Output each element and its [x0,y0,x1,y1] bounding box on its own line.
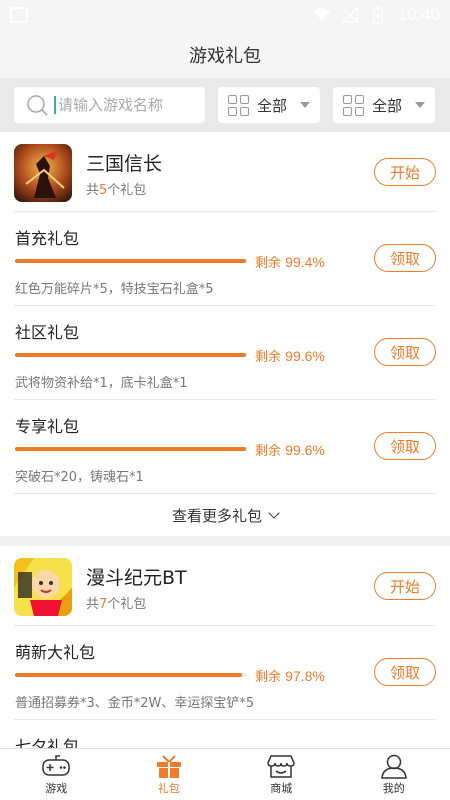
remaining-text: 剩余 99.6% [255,442,325,459]
view-more-gifts-button[interactable]: 查看更多礼包 [0,494,450,536]
tab-games[interactable]: 游戏 [0,749,113,800]
gift-count: 共5个礼包 [86,183,147,198]
gift-contents: 普通招募券*3、金币*2W、幸运探宝铲*5 [15,696,255,711]
person-icon [379,753,409,779]
claim-button[interactable]: 领取 [374,658,436,686]
search-filter-row: 全部 全部 [0,78,450,132]
game-card: 三国信长 共5个礼包 开始 首充礼包 剩余 99.4% 红色万能碎片*5，特技宝… [0,132,450,536]
tab-label: 商城 [270,782,293,795]
claim-button[interactable]: 领取 [374,338,436,366]
gift-item: 社区礼包 剩余 99.6% 武将物资补给*1，底卡礼盒*1 领取 [14,306,436,400]
tab-label: 礼包 [157,782,180,795]
search-input[interactable] [54,96,194,114]
search-icon [27,95,48,116]
claim-button[interactable]: 领取 [374,244,436,272]
gift-name: 专享礼包 [15,417,80,436]
remaining-progress-bar [15,259,247,263]
title-bar: 游戏礼包 [0,32,450,78]
gift-item: 七夕礼包 [14,720,436,748]
clock: 10:40 [397,5,440,24]
filter-dropdown-2[interactable]: 全部 [333,87,435,123]
filter-label: 全部 [257,96,288,115]
start-game-button[interactable]: 开始 [374,572,436,600]
caret-down-icon [300,102,310,108]
game-header: 漫斗纪元BT 共7个礼包 开始 [14,546,436,626]
bottom-tab-bar: 游戏 礼包 商城 我的 [0,748,450,800]
gift-list[interactable]: 三国信长 共5个礼包 开始 首充礼包 剩余 99.4% 红色万能碎片*5，特技宝… [0,132,450,748]
gamepad-icon [41,753,71,779]
grid-icon [343,94,364,116]
remaining-text: 剩余 97.8% [255,668,325,685]
claim-button[interactable]: 领取 [374,432,436,460]
grid-icon [228,94,249,116]
status-bar: 10:40 [0,0,450,32]
remaining-text: 剩余 99.4% [255,254,325,271]
gift-contents: 红色万能碎片*5，特技宝石礼盒*5 [15,282,214,297]
remaining-progress-bar [15,353,247,357]
gift-name: 萌新大礼包 [15,643,96,662]
store-icon [266,753,296,779]
gift-count: 共7个礼包 [86,597,147,612]
gift-contents: 突破石*20，铸魂石*1 [15,470,144,485]
chevron-down-icon [268,507,280,519]
view-more-label: 查看更多礼包 [171,506,262,525]
gift-name: 七夕礼包 [15,737,80,748]
search-box[interactable] [14,87,205,123]
gift-item: 专享礼包 剩余 99.6% 突破石*20，铸魂石*1 领取 [14,400,436,494]
gift-item: 首充礼包 剩余 99.4% 红色万能碎片*5，特技宝石礼盒*5 领取 [14,212,436,306]
gift-contents: 武将物资补给*1，底卡礼盒*1 [15,376,188,391]
tab-profile[interactable]: 我的 [338,749,450,800]
image-notification-icon [10,7,28,23]
battery-icon [373,6,384,24]
game-icon[interactable] [14,558,72,616]
remaining-progress-bar [15,447,247,451]
gift-icon [154,753,184,779]
page-title: 游戏礼包 [189,46,261,67]
gift-name: 首充礼包 [15,229,80,248]
remaining-progress-bar [15,673,247,677]
wifi-icon [314,8,331,22]
game-name: 漫斗纪元BT [86,567,187,589]
filter-label: 全部 [372,96,403,115]
start-game-button[interactable]: 开始 [374,158,436,186]
tab-store[interactable]: 商城 [225,749,338,800]
status-icons: 10:40 [313,5,440,25]
filter-dropdown-1[interactable]: 全部 [218,87,320,123]
tab-label: 游戏 [45,782,68,795]
tab-label: 我的 [382,782,405,795]
game-card: 漫斗纪元BT 共7个礼包 开始 萌新大礼包 剩余 97.8% 普通招募券*3、金… [0,546,450,748]
game-icon[interactable] [14,144,72,202]
tab-gifts[interactable]: 礼包 [113,749,226,800]
game-name: 三国信长 [86,153,163,175]
gift-item: 萌新大礼包 剩余 97.8% 普通招募券*3、金币*2W、幸运探宝铲*5 领取 [14,626,436,720]
remaining-text: 剩余 99.6% [255,348,325,365]
game-header: 三国信长 共5个礼包 开始 [14,132,436,212]
gift-name: 社区礼包 [15,323,80,342]
no-signal-icon [341,6,359,23]
caret-down-icon [415,102,425,108]
